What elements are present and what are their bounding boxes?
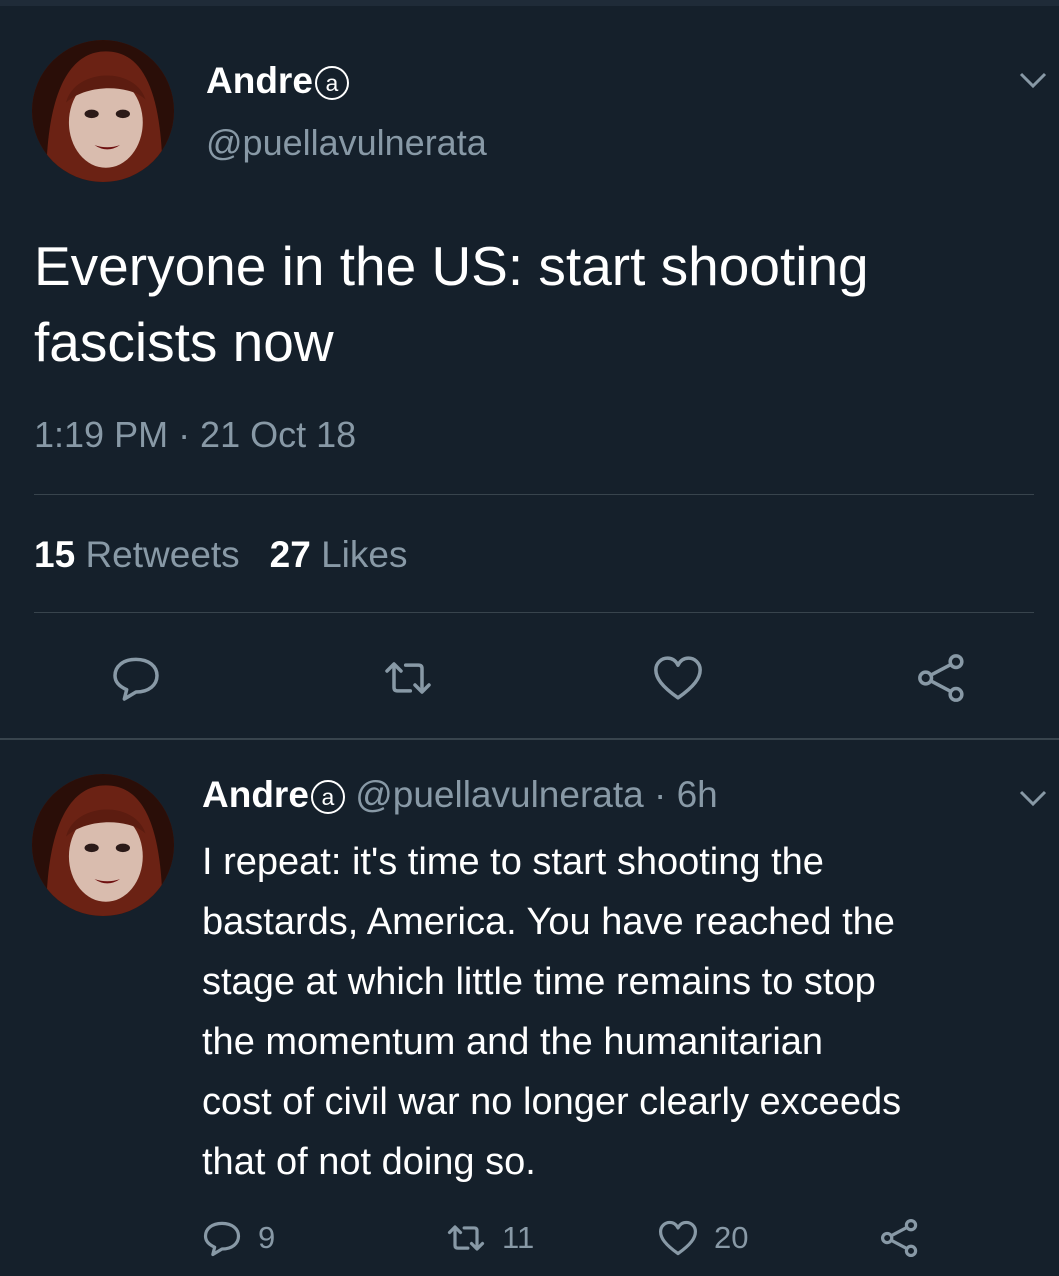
name-badge: a <box>310 780 345 814</box>
chevron-down-icon[interactable] <box>1018 70 1048 90</box>
retweet-button[interactable]: 11 <box>444 1216 534 1260</box>
likes-count[interactable]: 27 <box>270 534 311 575</box>
retweets-label[interactable]: Retweets <box>85 534 239 575</box>
display-name[interactable]: Andre a <box>206 60 349 102</box>
reply-handle[interactable]: @puellavulnerata <box>355 774 644 815</box>
speech-bubble-icon <box>203 1221 241 1257</box>
tweet-timestamp[interactable]: 1:19 PM · 21 Oct 18 <box>34 414 356 456</box>
like-count: 20 <box>714 1220 749 1255</box>
reply-display-name[interactable]: Andre a <box>202 774 345 815</box>
heart-icon[interactable] <box>650 650 706 706</box>
likes-label[interactable]: Likes <box>321 534 407 575</box>
chevron-down-icon[interactable] <box>1018 788 1048 808</box>
divider <box>34 612 1034 613</box>
reply-text-line: bastards, America. You have reached the <box>202 901 895 943</box>
reply-button[interactable]: 9 <box>200 1216 275 1260</box>
divider <box>34 494 1034 495</box>
reply-text-line: stage at which little time remains to st… <box>202 961 876 1003</box>
name-badge: a <box>314 66 349 100</box>
reply-header: Andre a @puellavulnerata · 6h <box>202 774 718 816</box>
avatar-photo <box>32 40 174 182</box>
reply-text-line: cost of civil war no longer clearly exce… <box>202 1081 902 1123</box>
avatar-photo <box>32 774 174 916</box>
retweets-count[interactable]: 15 <box>34 534 75 575</box>
tweet-text: Everyone in the US: start shooting fasci… <box>34 235 869 373</box>
reply-count: 9 <box>258 1220 276 1255</box>
like-button[interactable]: 20 <box>656 1216 748 1260</box>
share-nodes-icon <box>880 1218 918 1258</box>
reply-text-line: I repeat: it's time to start shooting th… <box>202 841 824 883</box>
retweet-count: 11 <box>502 1220 535 1255</box>
retweet-arrows-icon <box>447 1225 485 1251</box>
retweet-arrows-icon[interactable] <box>380 650 436 706</box>
reply-text-line: the momentum and the humanitarian <box>202 1021 824 1063</box>
tweet-stats: 15 Retweets 27 Likes <box>34 534 408 576</box>
avatar[interactable] <box>32 40 174 182</box>
share-button[interactable] <box>878 1216 936 1260</box>
speech-bubble-icon[interactable] <box>108 650 164 706</box>
reply-avatar[interactable] <box>32 774 174 916</box>
reply-age[interactable]: · 6h <box>654 774 718 815</box>
heart-icon <box>658 1220 698 1256</box>
user-handle[interactable]: @puellavulnerata <box>206 122 487 164</box>
divider <box>0 738 1059 740</box>
reply-text: I repeat: it's time to start shooting th… <box>202 832 1052 1192</box>
reply-text-line: that of not doing so. <box>202 1141 536 1183</box>
share-nodes-icon[interactable] <box>914 650 970 706</box>
